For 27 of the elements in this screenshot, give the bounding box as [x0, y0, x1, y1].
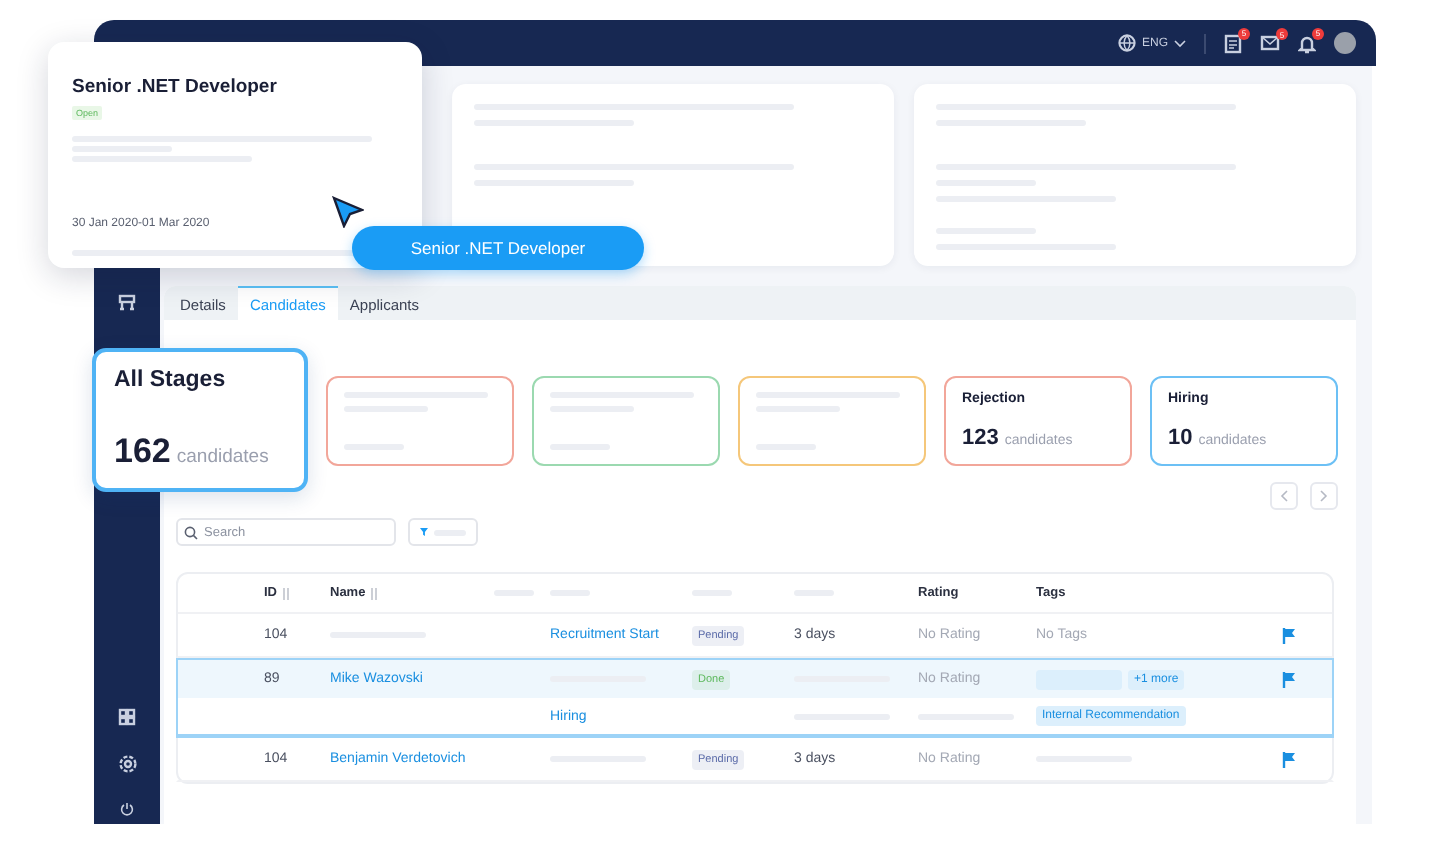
stage-count: 10 [1168, 425, 1193, 449]
job-title: Senior .NET Developer [72, 76, 279, 98]
stage-card[interactable]: All Stages 162 candidates [92, 348, 308, 492]
flag-icon[interactable] [1282, 671, 1296, 687]
flag-icon[interactable] [1282, 751, 1296, 767]
tooltip: Senior .NET Developer [352, 226, 644, 270]
globe-icon [1117, 34, 1136, 52]
network-icon[interactable] [118, 294, 136, 312]
search-icon [184, 525, 198, 539]
filter-icon [420, 526, 428, 538]
stage-count: 123 [962, 425, 999, 449]
grid-icon[interactable] [118, 708, 136, 726]
power-icon[interactable] [120, 802, 134, 816]
stage-title: All Stages [114, 368, 228, 392]
chevron-down-icon [1174, 39, 1186, 47]
mail-icon[interactable] [1260, 34, 1280, 52]
avatar[interactable] [1334, 32, 1356, 54]
cursor-icon [332, 196, 364, 228]
stage-card[interactable] [326, 375, 514, 465]
chevron-left-icon [1280, 490, 1288, 502]
chevron-right-icon [1320, 490, 1328, 502]
bell-icon[interactable] [1298, 33, 1316, 53]
stage-count: 162 [114, 432, 171, 472]
count-unit: candidates [176, 446, 269, 468]
document-icon[interactable] [1224, 33, 1242, 53]
flag-icon[interactable] [1282, 627, 1296, 643]
settings-icon[interactable] [117, 754, 137, 774]
